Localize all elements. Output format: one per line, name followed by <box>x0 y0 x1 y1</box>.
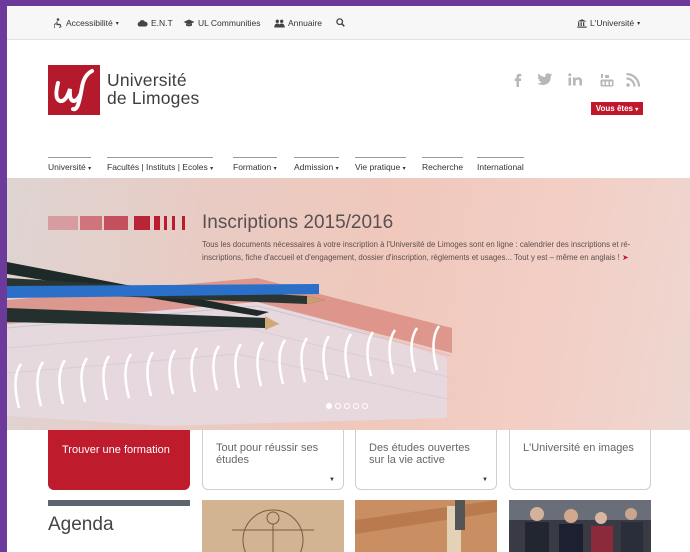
nav-item-facultes[interactable]: Facultés | Instituts | Ecoles ▾ <box>107 157 214 172</box>
card-vie-active[interactable]: Des études ouvertes sur la vie active ▼ <box>355 430 497 490</box>
annuaire-link[interactable]: Annuaire <box>274 18 322 28</box>
card-trouver-formation[interactable]: Trouver une formation <box>48 430 190 490</box>
chevron-down-icon: ▾ <box>115 20 119 27</box>
twitter-icon[interactable] <box>537 73 553 91</box>
vous-etes-dropdown[interactable]: Vous êtes ▾ <box>591 102 643 115</box>
nav-label: Admission <box>294 162 334 172</box>
logo-line1: Université <box>107 70 187 90</box>
nav-label: Recherche <box>422 162 464 172</box>
chevron-down-icon: ▼ <box>329 477 335 483</box>
search-button[interactable] <box>336 18 345 27</box>
nav-item-vie-pratique[interactable]: Vie pratique ▾ <box>355 157 406 172</box>
hero-description: Tous les documents nécessaires à votre i… <box>202 238 652 264</box>
nav-label: Université <box>48 162 86 172</box>
people-image <box>509 500 651 552</box>
chevron-down-icon: ▾ <box>402 166 406 172</box>
hero-title[interactable]: Inscriptions 2015/2016 <box>202 212 393 234</box>
university-name[interactable]: Université de Limoges <box>107 71 199 107</box>
communities-label: UL Communities <box>198 18 261 28</box>
cloud-icon <box>137 19 148 27</box>
card-label: L'Université en images <box>523 442 634 454</box>
slider-dot[interactable] <box>344 403 350 409</box>
card-universite-images[interactable]: L'Université en images <box>509 430 651 490</box>
universite-menu[interactable]: L'Université ▾ <box>577 18 640 28</box>
hero-slider[interactable]: Inscriptions 2015/2016 Tous les document… <box>7 178 690 430</box>
facebook-icon[interactable] <box>514 73 522 92</box>
agenda-divider <box>48 500 190 506</box>
arrow-right-icon[interactable]: ➤ <box>622 253 629 262</box>
logo-line2: de Limoges <box>107 88 200 108</box>
ent-label: E.N.T <box>151 18 173 28</box>
vous-etes-label: Vous êtes <box>595 104 633 113</box>
ent-link[interactable]: E.N.T <box>137 18 173 28</box>
youtube-icon[interactable] <box>600 73 614 92</box>
rss-icon[interactable] <box>626 72 641 92</box>
accessibility-label: Accessibilité <box>66 18 113 28</box>
slider-dot[interactable] <box>353 403 359 409</box>
agenda-title[interactable]: Agenda <box>48 514 114 536</box>
nav-label: Facultés | Instituts | Ecoles <box>107 162 208 172</box>
slider-dot[interactable] <box>326 403 332 409</box>
logo-mark[interactable] <box>48 65 100 115</box>
nav-item-international[interactable]: International <box>477 157 524 172</box>
vitruvian-thumbnail[interactable] <box>202 500 344 552</box>
chevron-down-icon: ▾ <box>210 166 214 172</box>
decorative-bars <box>48 216 185 230</box>
nav-label: Vie pratique <box>355 162 401 172</box>
nav-label: Formation <box>233 162 272 172</box>
chevron-down-icon: ▾ <box>635 107 639 113</box>
graduation-cap-icon <box>183 19 195 27</box>
users-icon <box>274 19 285 28</box>
chevron-down-icon: ▾ <box>637 20 641 27</box>
chevron-down-icon: ▾ <box>273 166 277 172</box>
chevron-down-icon: ▾ <box>88 166 92 172</box>
vitruvian-image <box>202 500 344 552</box>
search-icon <box>336 18 345 27</box>
top-bar: Accessibilité ▾ E.N.T UL Communities Ann… <box>7 6 690 40</box>
accessibility-menu[interactable]: Accessibilité ▾ <box>54 18 119 28</box>
chevron-down-icon: ▼ <box>482 477 488 483</box>
nav-item-recherche[interactable]: Recherche <box>422 157 464 172</box>
workshop-image <box>355 500 497 552</box>
linkedin-icon[interactable] <box>568 73 584 91</box>
annuaire-label: Annuaire <box>288 18 323 28</box>
slider-dots <box>326 403 368 409</box>
accessibility-icon <box>54 18 63 28</box>
ul-logo-icon <box>54 69 94 112</box>
card-reussir-etudes[interactable]: Tout pour réussir ses études ▼ <box>202 430 344 490</box>
card-label: Des études ouvertes sur la vie active <box>369 442 470 466</box>
browser-page: Accessibilité ▾ E.N.T UL Communities Ann… <box>7 6 690 552</box>
nav-item-formation[interactable]: Formation ▾ <box>233 157 277 172</box>
institution-icon <box>577 18 587 28</box>
slider-dot[interactable] <box>362 403 368 409</box>
chevron-down-icon: ▾ <box>335 166 339 172</box>
nav-label: International <box>477 162 524 172</box>
universite-label: L'Université <box>590 18 635 28</box>
slider-dot[interactable] <box>335 403 341 409</box>
card-label: Tout pour réussir ses études <box>216 442 319 466</box>
card-label: Trouver une formation <box>62 444 170 456</box>
nav-item-universite[interactable]: Université ▾ <box>48 157 92 172</box>
people-thumbnail[interactable] <box>509 500 651 552</box>
communities-link[interactable]: UL Communities <box>183 18 261 28</box>
hero-text: Tous les documents nécessaires à votre i… <box>202 240 631 262</box>
nav-item-admission[interactable]: Admission ▾ <box>294 157 339 172</box>
workshop-thumbnail[interactable] <box>355 500 497 552</box>
